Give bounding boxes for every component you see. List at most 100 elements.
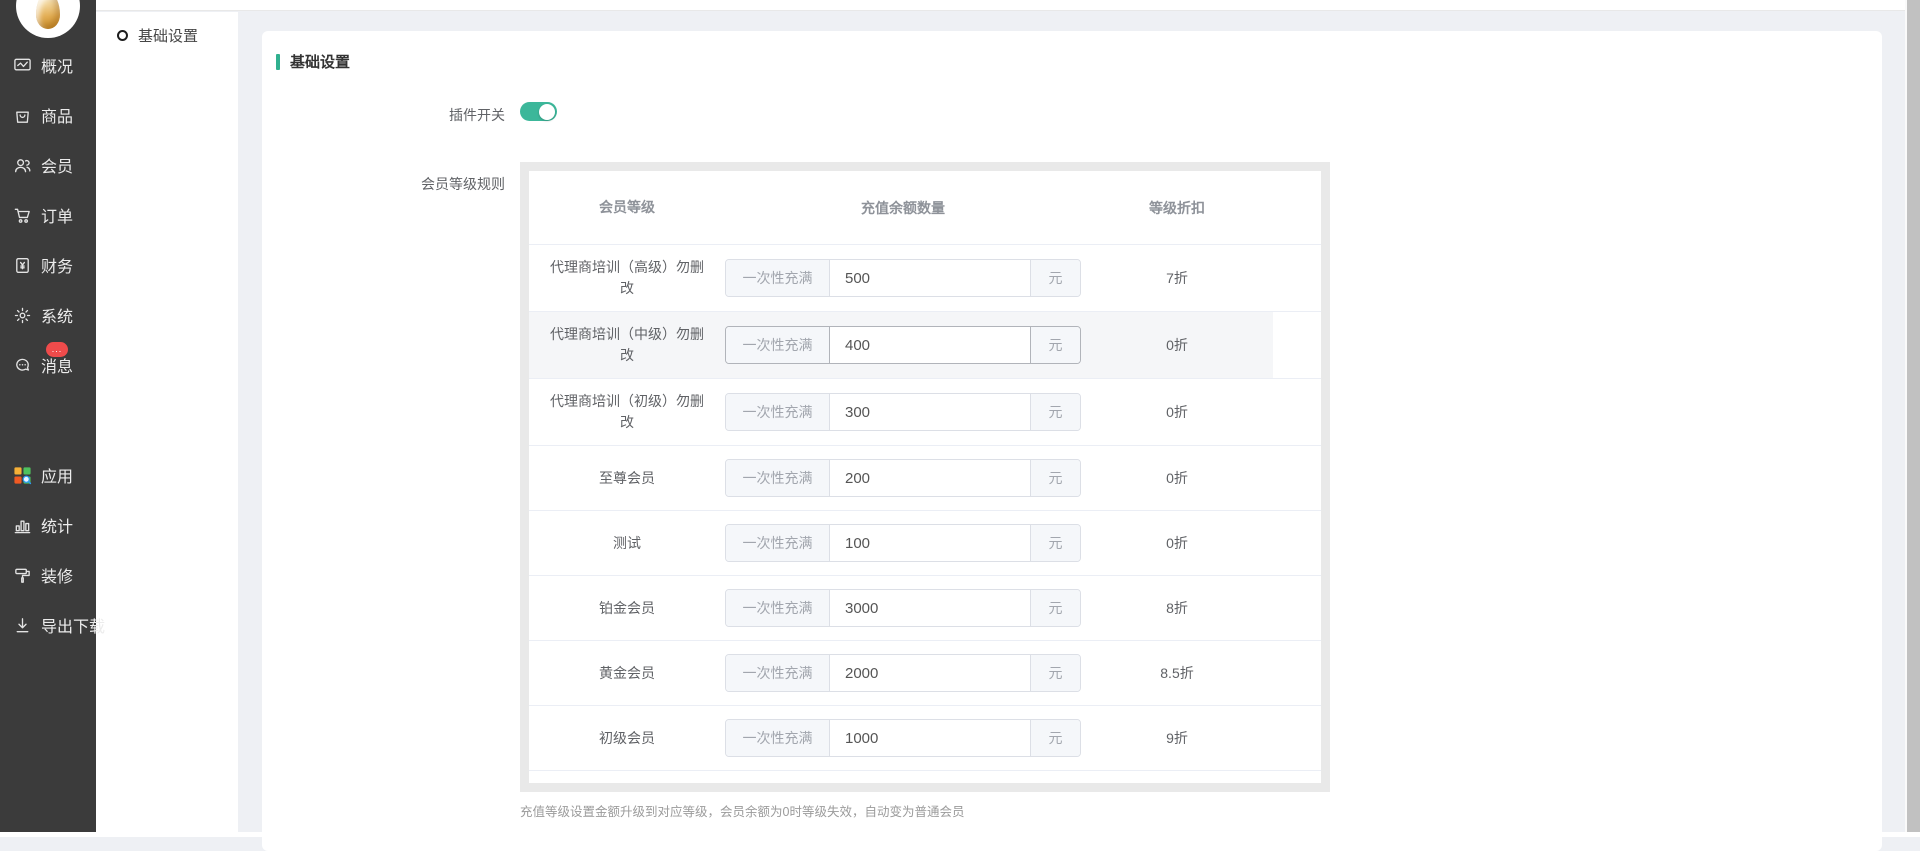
member-level-name: 代理商培训（高级）勿删改	[529, 245, 725, 311]
member-level-name: 黄金会员	[529, 641, 725, 705]
submenu-panel: 基础设置	[96, 12, 238, 832]
sidebar-item-label: 概况	[41, 53, 73, 77]
horizontal-scrollbar[interactable]	[0, 832, 1920, 837]
member-level-name: 铂金会员	[529, 576, 725, 640]
table-row: 代理商培训（中级）勿删改一次性充满 元0折	[529, 312, 1321, 379]
amount-cell: 一次性充满 元	[725, 511, 1081, 575]
sidebar-item-label: 导出下载	[41, 613, 105, 637]
vertical-scrollbar-thumb[interactable]	[1907, 0, 1920, 837]
section-header: 基础设置	[276, 51, 350, 72]
amount-input[interactable]	[830, 720, 1030, 756]
input-suffix-addon: 元	[1030, 394, 1080, 430]
sidebar-nav: 概况商品会员订单财务系统消息... 应用统计装修导出下载	[0, 0, 96, 650]
member-level-name: 代理商培训（中级）勿删改	[529, 312, 725, 378]
amount-input[interactable]	[830, 460, 1030, 496]
amount-input-group: 一次性充满 元	[725, 719, 1081, 757]
discount-value: 9折	[1081, 706, 1273, 770]
submenu-item-basic-settings[interactable]: 基础设置	[96, 12, 238, 59]
sidebar-item-label: 会员	[41, 153, 73, 177]
input-suffix-addon: 元	[1030, 525, 1080, 561]
table-header-row: 会员等级 充值余额数量 等级折扣	[529, 171, 1321, 245]
sidebar-item-label: 装修	[41, 563, 73, 587]
amount-input-group: 一次性充满 元	[725, 326, 1081, 364]
amount-input-group: 一次性充满 元	[725, 459, 1081, 497]
input-prefix-addon: 一次性充满	[726, 327, 830, 363]
discount-value: 7折	[1081, 245, 1273, 311]
member-level-table-frame: 会员等级 充值余额数量 等级折扣 代理商培训（高级）勿删改一次性充满元7折代理商…	[520, 162, 1330, 792]
amount-input-group: 一次性充满元	[725, 393, 1081, 431]
sidebar-item-export[interactable]: 导出下载	[0, 600, 96, 650]
amount-cell: 一次性充满 元	[725, 706, 1081, 770]
column-header-amount: 充值余额数量	[725, 171, 1081, 244]
input-prefix-addon: 一次性充满	[726, 460, 830, 496]
toggle-knob	[539, 104, 555, 120]
member-level-name: 测试	[529, 511, 725, 575]
page-title: 基础设置	[290, 51, 350, 72]
main-sidebar: 概况商品会员订单财务系统消息... 应用统计装修导出下载	[0, 0, 96, 832]
amount-cell: 一次性充满元	[725, 379, 1081, 445]
input-prefix-addon: 一次性充满	[726, 720, 830, 756]
sidebar-item-order[interactable]: 订单	[0, 190, 96, 240]
plugin-switch-label: 插件开关	[262, 105, 505, 125]
amount-cell: 一次性充满元	[725, 245, 1081, 311]
input-prefix-addon: 一次性充满	[726, 590, 830, 626]
sidebar-item-label: 财务	[41, 253, 73, 277]
sidebar-item-apps[interactable]: 应用	[0, 450, 96, 500]
amount-input[interactable]	[830, 327, 1030, 363]
plugin-switch-toggle[interactable]	[520, 102, 557, 121]
sidebar-item-message[interactable]: 消息...	[0, 340, 96, 390]
sidebar-item-label: 系统	[41, 303, 73, 327]
amount-cell: 一次性充满 元	[725, 312, 1081, 378]
table-row: 黄金会员一次性充满元8.5折	[529, 641, 1321, 706]
discount-value: 0折	[1081, 379, 1273, 445]
message-badge: ...	[46, 342, 68, 357]
table-row: 至尊会员一次性充满元0折	[529, 446, 1321, 511]
amount-input-group: 一次性充满元	[725, 259, 1081, 297]
amount-input[interactable]	[830, 394, 1030, 430]
member-level-table: 会员等级 充值余额数量 等级折扣 代理商培训（高级）勿删改一次性充满元7折代理商…	[529, 171, 1321, 783]
amount-cell: 一次性充满 元	[725, 446, 1081, 510]
avatar-bottle-image	[36, 0, 60, 29]
sidebar-item-decorate[interactable]: 装修	[0, 550, 96, 600]
discount-value: 0折	[1081, 511, 1273, 575]
discount-value: 0折	[1081, 446, 1273, 510]
sidebar-item-label: 订单	[41, 203, 73, 227]
input-suffix-addon: 元	[1030, 460, 1080, 496]
table-row: 代理商培训（初级）勿删改一次性充满元0折	[529, 379, 1321, 446]
table-row: 初级会员一次性充满 元9折	[529, 706, 1321, 771]
amount-input[interactable]	[830, 590, 1030, 626]
sidebar-item-overview[interactable]: 概况	[0, 40, 96, 90]
amount-input-group: 一次性充满 元	[725, 654, 1081, 692]
submenu-item-label: 基础设置	[138, 25, 198, 46]
accent-bar	[276, 54, 280, 70]
sidebar-item-finance[interactable]: 财务	[0, 240, 96, 290]
settings-card: 基础设置 插件开关 会员等级规则 会员等级 充值余额数量 等级折扣 代理商培训（…	[262, 31, 1882, 851]
input-prefix-addon: 一次性充满	[726, 525, 830, 561]
sidebar-item-goods[interactable]: 商品	[0, 90, 96, 140]
input-suffix-addon: 元	[1030, 655, 1080, 691]
input-suffix-addon: 元	[1030, 327, 1080, 363]
column-header-discount: 等级折扣	[1081, 171, 1273, 244]
amount-input[interactable]	[830, 260, 1030, 296]
member-level-name: 初级会员	[529, 706, 725, 770]
sidebar-item-member[interactable]: 会员	[0, 140, 96, 190]
radio-circle-icon	[117, 30, 128, 41]
amount-input-group: 一次性充满 元	[725, 524, 1081, 562]
amount-input[interactable]	[830, 655, 1030, 691]
sidebar-item-stats[interactable]: 统计	[0, 500, 96, 550]
discount-value: 0折	[1081, 312, 1273, 378]
sidebar-item-system[interactable]: 系统	[0, 290, 96, 340]
discount-value: 8折	[1081, 576, 1273, 640]
table-footnote: 充值等级设置金额升级到对应等级，会员余额为0时等级失效，自动变为普通会员	[520, 801, 964, 820]
sidebar-item-label: 商品	[41, 103, 73, 127]
sidebar-item-label: 统计	[41, 513, 73, 537]
vertical-scrollbar[interactable]	[1905, 0, 1920, 837]
amount-cell: 一次性充满 元	[725, 641, 1081, 705]
amount-input[interactable]	[830, 525, 1030, 561]
column-header-level: 会员等级	[529, 171, 725, 244]
input-prefix-addon: 一次性充满	[726, 260, 830, 296]
input-prefix-addon: 一次性充满	[726, 655, 830, 691]
input-suffix-addon: 元	[1030, 720, 1080, 756]
member-level-name: 代理商培训（初级）勿删改	[529, 379, 725, 445]
table-row: 铂金会员一次性充满元8折	[529, 576, 1321, 641]
